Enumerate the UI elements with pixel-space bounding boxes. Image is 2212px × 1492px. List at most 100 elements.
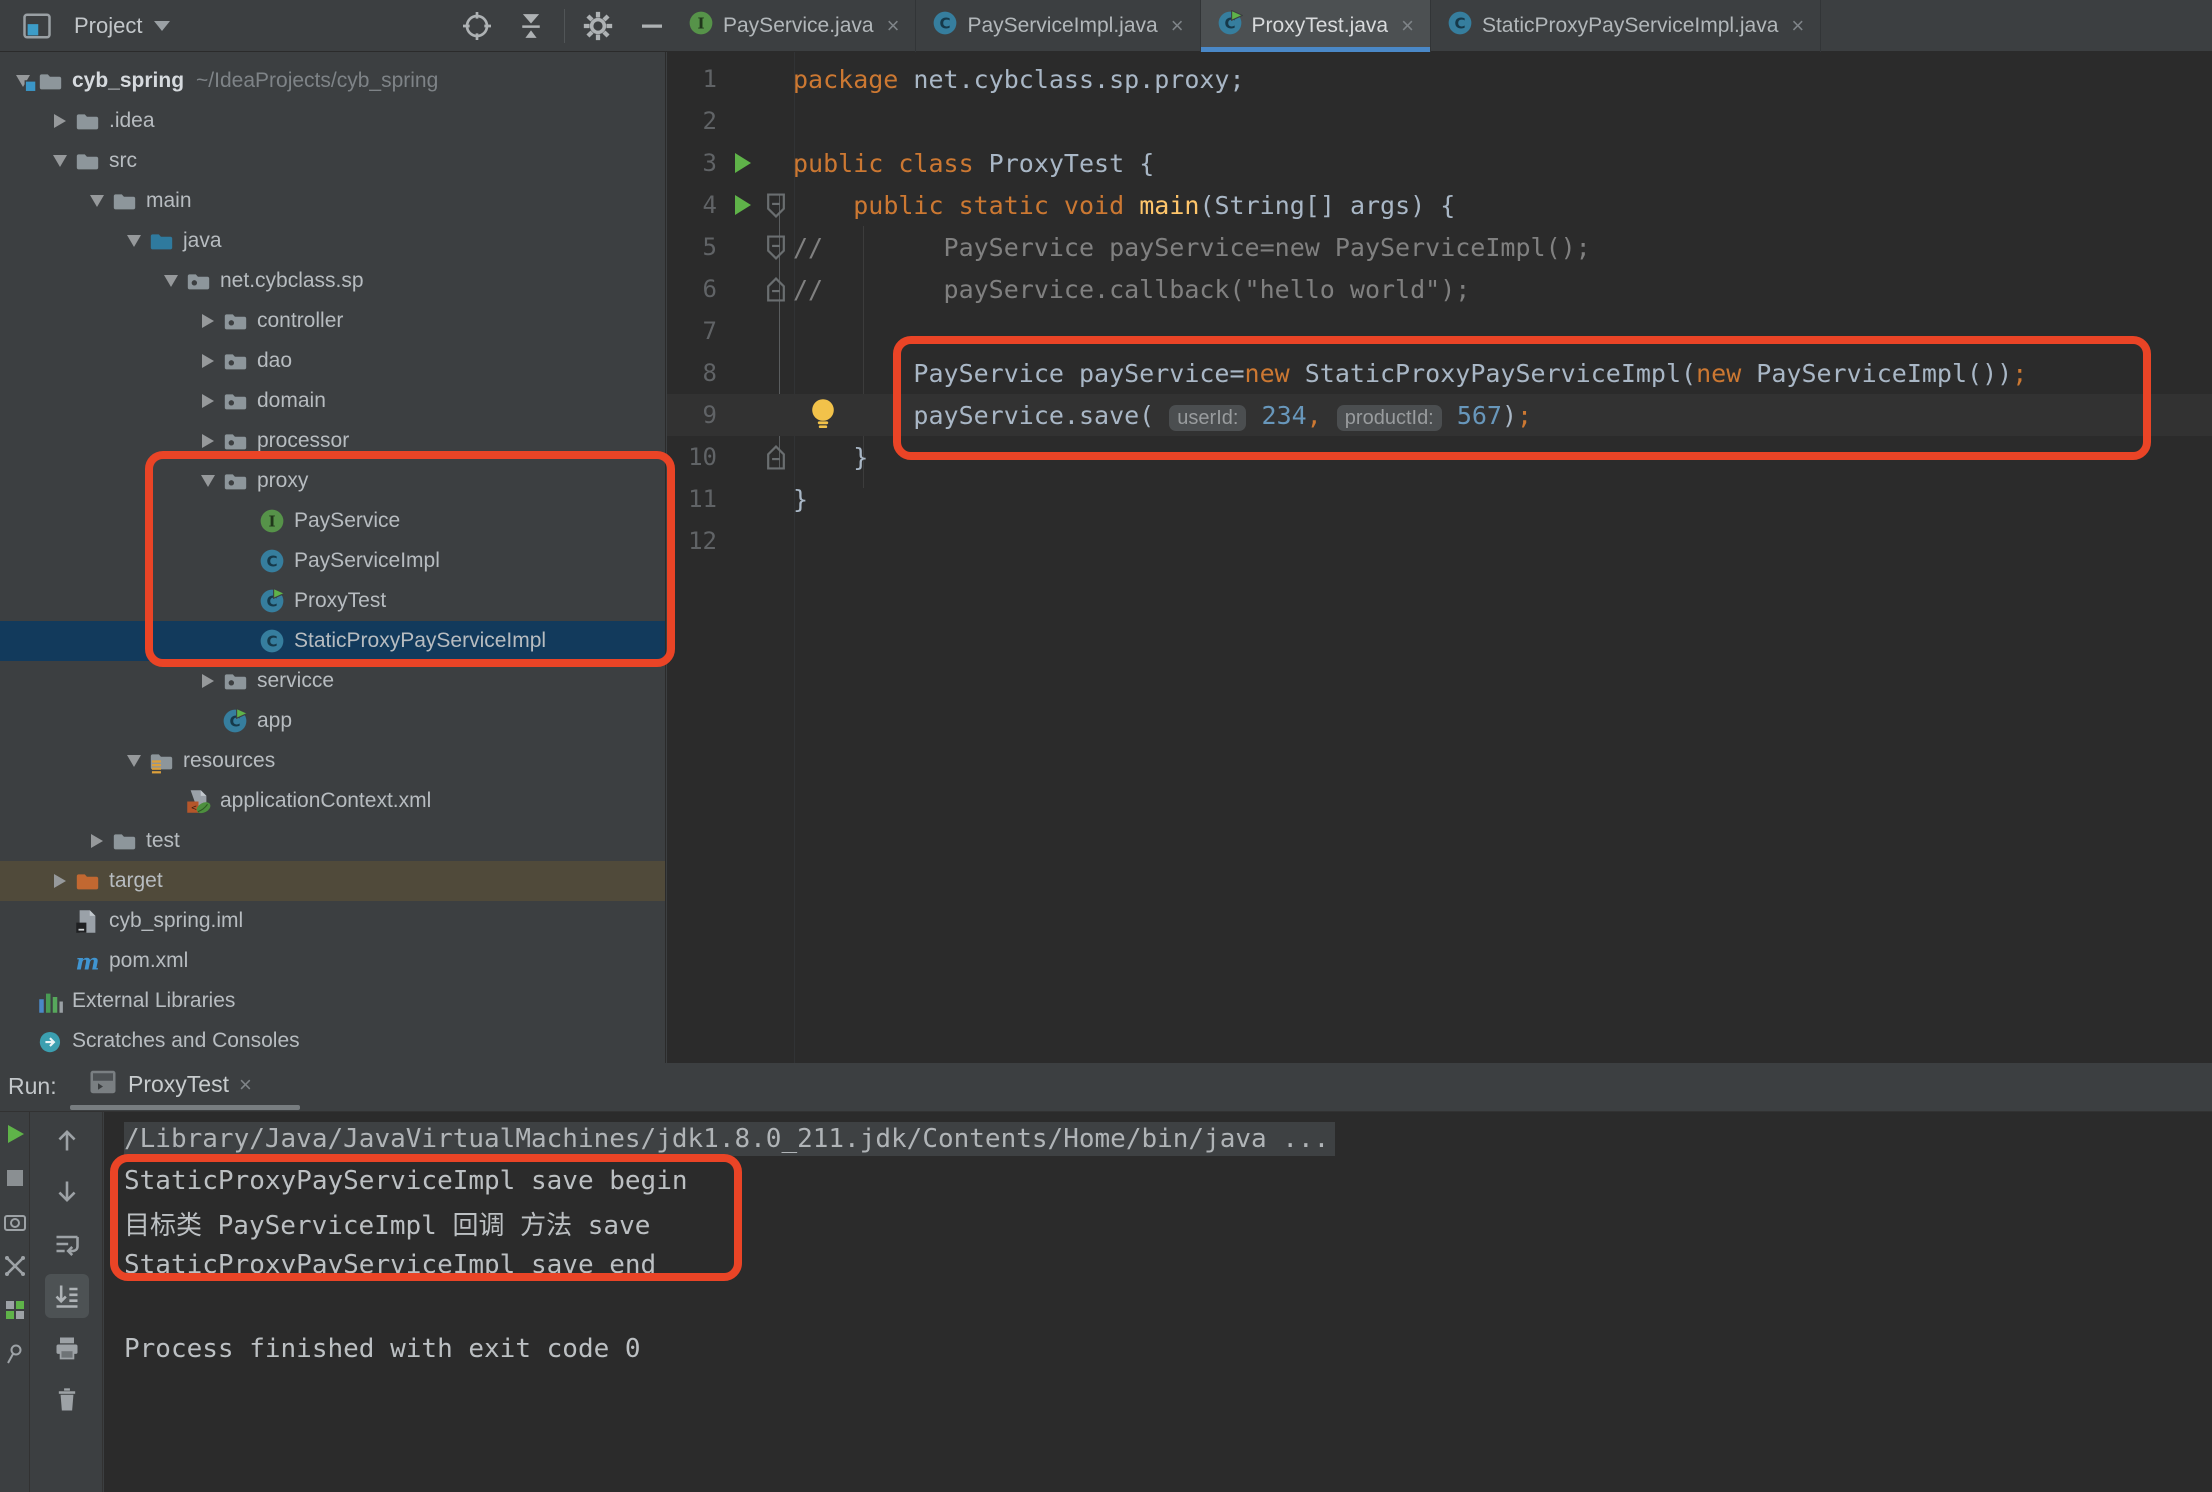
run-line-icon[interactable] <box>735 153 751 173</box>
chevron-collapsed-icon[interactable] <box>84 834 110 848</box>
line-number: 3 <box>667 149 727 177</box>
tree-item-dao[interactable]: dao <box>0 341 665 381</box>
project-tool-window-icon[interactable] <box>20 9 54 43</box>
editor-line[interactable]: 6// payService.callback("hello world"); <box>667 268 2212 310</box>
chevron-collapsed-icon[interactable] <box>195 354 221 368</box>
run-panel: Run: ProxyTest × /Library/Java/JavaVirtu… <box>0 1063 2212 1492</box>
tree-item-scratches-and-consoles[interactable]: Scratches and Consoles <box>0 1021 665 1061</box>
tree-item-payservice[interactable]: IPayService <box>0 501 665 541</box>
chevron-collapsed-icon[interactable] <box>47 874 73 888</box>
tree-item-java[interactable]: java <box>0 221 665 261</box>
scroll-end-icon[interactable] <box>45 1274 89 1318</box>
locate-icon[interactable] <box>460 9 494 43</box>
project-selector[interactable]: Project <box>0 9 450 43</box>
code-token: ProxyTest { <box>974 149 1155 178</box>
run-tab-label[interactable]: ProxyTest <box>128 1071 229 1098</box>
fold-marker-icon[interactable] <box>765 193 787 223</box>
tree-item-domain[interactable]: domain <box>0 381 665 421</box>
chevron-collapsed-icon[interactable] <box>47 114 73 128</box>
editor-line[interactable]: 12 <box>667 520 2212 562</box>
editor-line[interactable]: 4 public static void main(String[] args)… <box>667 184 2212 226</box>
settings-icon[interactable] <box>581 9 615 43</box>
console-output[interactable]: /Library/Java/JavaVirtualMachines/jdk1.8… <box>104 1112 2212 1492</box>
stop-icon[interactable] <box>2 1165 28 1191</box>
editor-tab[interactable]: CProxyTest.java× <box>1201 0 1431 52</box>
close-icon[interactable]: × <box>239 1072 252 1098</box>
tree-item-proxytest[interactable]: CProxyTest <box>0 581 665 621</box>
close-icon[interactable]: × <box>1791 13 1804 39</box>
soft-wrap-icon[interactable] <box>45 1222 89 1266</box>
tree-item-applicationcontext-xml[interactable]: <applicationContext.xml <box>0 781 665 821</box>
editor-line[interactable]: 5// PayService payService=new PayService… <box>667 226 2212 268</box>
chevron-expanded-icon[interactable] <box>158 275 184 287</box>
editor-tab[interactable]: CPayServiceImpl.java× <box>916 0 1200 52</box>
editor-tab[interactable]: IPayService.java× <box>672 0 916 52</box>
line-number: 11 <box>667 485 727 513</box>
tree-item-src[interactable]: src <box>0 141 665 181</box>
chevron-collapsed-icon[interactable] <box>195 394 221 408</box>
grid-icon[interactable] <box>2 1297 28 1323</box>
editor-line[interactable]: 1package net.cybclass.sp.proxy; <box>667 58 2212 100</box>
fold-marker-icon[interactable] <box>765 445 787 475</box>
code-token: new <box>1245 359 1290 388</box>
tree-item-servicce[interactable]: servicce <box>0 661 665 701</box>
editor-line[interactable]: 10 } <box>667 436 2212 478</box>
tree-item-external-libraries[interactable]: External Libraries <box>0 981 665 1021</box>
down-stack-icon[interactable] <box>45 1170 89 1214</box>
chevron-collapsed-icon[interactable] <box>195 314 221 328</box>
hide-icon[interactable] <box>635 9 669 43</box>
tree-item-label: net.cybclass.sp <box>220 269 364 293</box>
chevron-expanded-icon[interactable] <box>195 475 221 487</box>
chevron-expanded-icon[interactable] <box>121 755 147 767</box>
tree-item-controller[interactable]: controller <box>0 301 665 341</box>
package-icon <box>221 388 249 414</box>
up-stack-icon[interactable] <box>45 1118 89 1162</box>
tree-item-cyb-spring[interactable]: cyb_spring~/IdeaProjects/cyb_spring <box>0 61 665 101</box>
project-selector-label[interactable]: Project <box>74 13 142 39</box>
run-icon[interactable] <box>2 1121 28 1147</box>
tree-item--idea[interactable]: .idea <box>0 101 665 141</box>
collapse-all-icon[interactable] <box>514 9 548 43</box>
fold-marker-icon[interactable] <box>765 235 787 265</box>
tree-item-target[interactable]: target <box>0 861 665 901</box>
editor-line[interactable]: 8 PayService payService=new StaticProxyP… <box>667 352 2212 394</box>
tree-item-processor[interactable]: processor <box>0 421 665 461</box>
fold-marker-icon[interactable] <box>765 277 787 307</box>
chevron-expanded-icon[interactable] <box>84 195 110 207</box>
run-tab[interactable]: ProxyTest × <box>88 1067 252 1102</box>
editor-line[interactable]: 7 <box>667 310 2212 352</box>
code-editor[interactable]: 1package net.cybclass.sp.proxy;23public … <box>667 52 2212 1063</box>
tree-item-label: processor <box>257 429 349 453</box>
tree-item-app[interactable]: Capp <box>0 701 665 741</box>
print-icon[interactable] <box>45 1326 89 1370</box>
editor-line[interactable]: 9 payService.save( userId: 234, productI… <box>667 394 2212 436</box>
tree-item-cyb-spring-iml[interactable]: cyb_spring.iml <box>0 901 665 941</box>
camera-icon[interactable] <box>2 1209 28 1235</box>
tree-item-payserviceimpl[interactable]: CPayServiceImpl <box>0 541 665 581</box>
tree-item-test[interactable]: test <box>0 821 665 861</box>
close-icon[interactable]: × <box>887 13 900 39</box>
editor-tab[interactable]: CStaticProxyPayServiceImpl.java× <box>1431 0 1821 52</box>
close-icon[interactable]: × <box>1171 13 1184 39</box>
tree-item-main[interactable]: main <box>0 181 665 221</box>
editor-line[interactable]: 2 <box>667 100 2212 142</box>
chevron-collapsed-icon[interactable] <box>195 434 221 448</box>
editor-line[interactable]: 11} <box>667 478 2212 520</box>
editor-line[interactable]: 3public class ProxyTest { <box>667 142 2212 184</box>
tree-item-pom-xml[interactable]: mpom.xml <box>0 941 665 981</box>
intention-bulb-icon[interactable] <box>807 397 839 436</box>
chevron-expanded-icon[interactable] <box>47 155 73 167</box>
tree-item-staticproxypayserviceimpl[interactable]: CStaticProxyPayServiceImpl <box>0 621 665 661</box>
clear-icon[interactable] <box>45 1378 89 1422</box>
chevron-expanded-icon[interactable] <box>121 235 147 247</box>
tree-item-resources[interactable]: resources <box>0 741 665 781</box>
run-line-icon[interactable] <box>735 195 751 215</box>
close-icon[interactable]: × <box>1401 13 1414 39</box>
chevron-collapsed-icon[interactable] <box>195 674 221 688</box>
tree-item-proxy[interactable]: proxy <box>0 461 665 501</box>
code-token: ; <box>1517 401 1532 430</box>
tree-item-net-cybclass-sp[interactable]: net.cybclass.sp <box>0 261 665 301</box>
cross-icon[interactable] <box>2 1253 28 1279</box>
console-line: Process finished with exit code 0 <box>124 1328 1335 1370</box>
pin-icon[interactable] <box>2 1341 28 1367</box>
